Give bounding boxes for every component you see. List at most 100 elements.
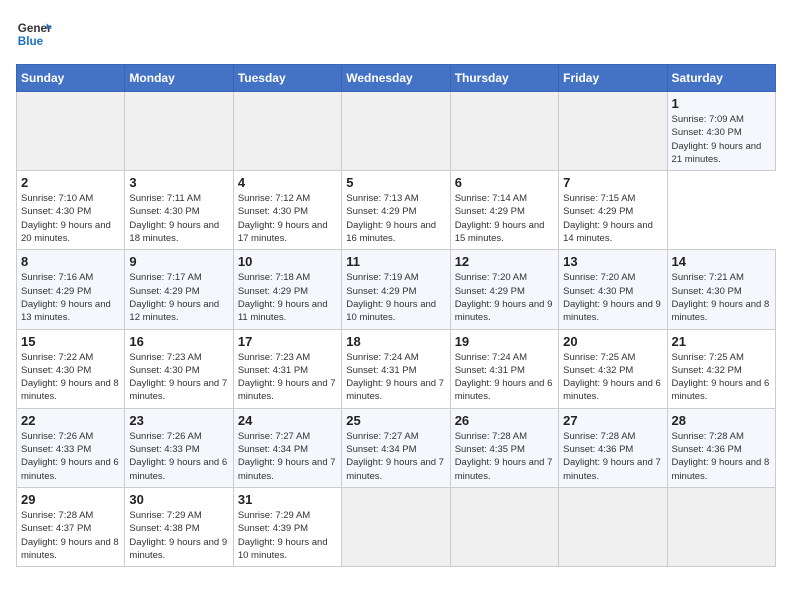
day-number: 6 xyxy=(455,175,554,190)
calendar-cell: 1Sunrise: 7:09 AMSunset: 4:30 PMDaylight… xyxy=(667,92,775,171)
calendar-cell: 18 Sunrise: 7:24 AMSunset: 4:31 PMDayligh… xyxy=(342,329,450,408)
day-number: 8 xyxy=(21,254,120,269)
calendar-cell xyxy=(17,92,125,171)
calendar-cell: 5 Sunrise: 7:13 AMSunset: 4:29 PMDaylight… xyxy=(342,171,450,250)
weekday-header-friday: Friday xyxy=(559,65,667,92)
day-info: Sunrise: 7:21 AMSunset: 4:30 PMDaylight:… xyxy=(672,271,771,324)
day-info: Sunrise: 7:10 AMSunset: 4:30 PMDaylight:… xyxy=(21,192,120,245)
weekday-header-row: SundayMondayTuesdayWednesdayThursdayFrid… xyxy=(17,65,776,92)
calendar-cell: 30 Sunrise: 7:29 AMSunset: 4:38 PMDayligh… xyxy=(125,487,233,566)
day-info: Sunrise: 7:28 AMSunset: 4:36 PMDaylight:… xyxy=(563,430,662,483)
day-info: Sunrise: 7:13 AMSunset: 4:29 PMDaylight:… xyxy=(346,192,445,245)
calendar-cell: 2 Sunrise: 7:10 AMSunset: 4:30 PMDaylight… xyxy=(17,171,125,250)
calendar-cell xyxy=(450,487,558,566)
logo: General Blue xyxy=(16,16,52,52)
calendar-cell xyxy=(125,92,233,171)
calendar-cell xyxy=(559,487,667,566)
day-number: 22 xyxy=(21,413,120,428)
day-number: 18 xyxy=(346,334,445,349)
day-number: 21 xyxy=(672,334,771,349)
day-info: Sunrise: 7:14 AMSunset: 4:29 PMDaylight:… xyxy=(455,192,554,245)
day-info: Sunrise: 7:28 AMSunset: 4:37 PMDaylight:… xyxy=(21,509,120,562)
day-number: 17 xyxy=(238,334,337,349)
calendar-week-row: 22 Sunrise: 7:26 AMSunset: 4:33 PMDayligh… xyxy=(17,408,776,487)
day-info: Sunrise: 7:24 AMSunset: 4:31 PMDaylight:… xyxy=(346,351,445,404)
calendar-cell: 21Sunrise: 7:25 AMSunset: 4:32 PMDayligh… xyxy=(667,329,775,408)
calendar-cell: 14 Sunrise: 7:21 AMSunset: 4:30 PMDayligh… xyxy=(667,250,775,329)
calendar-cell: 9Sunrise: 7:17 AMSunset: 4:29 PMDaylight… xyxy=(125,250,233,329)
calendar-week-row: 29Sunrise: 7:28 AMSunset: 4:37 PMDayligh… xyxy=(17,487,776,566)
day-number: 28 xyxy=(672,413,771,428)
calendar-cell: 16Sunrise: 7:23 AMSunset: 4:30 PMDayligh… xyxy=(125,329,233,408)
day-number: 20 xyxy=(563,334,662,349)
calendar-cell: 15 Sunrise: 7:22 AMSunset: 4:30 PMDayligh… xyxy=(17,329,125,408)
calendar-cell: 20 Sunrise: 7:25 AMSunset: 4:32 PMDayligh… xyxy=(559,329,667,408)
calendar-week-row: 1Sunrise: 7:09 AMSunset: 4:30 PMDaylight… xyxy=(17,92,776,171)
calendar-cell: 29Sunrise: 7:28 AMSunset: 4:37 PMDayligh… xyxy=(17,487,125,566)
day-info: Sunrise: 7:25 AMSunset: 4:32 PMDaylight:… xyxy=(563,351,662,404)
day-number: 27 xyxy=(563,413,662,428)
day-info: Sunrise: 7:18 AMSunset: 4:29 PMDaylight:… xyxy=(238,271,337,324)
day-number: 12 xyxy=(455,254,554,269)
calendar-cell: 11 Sunrise: 7:19 AMSunset: 4:29 PMDayligh… xyxy=(342,250,450,329)
calendar-cell: 4 Sunrise: 7:12 AMSunset: 4:30 PMDaylight… xyxy=(233,171,341,250)
day-number: 24 xyxy=(238,413,337,428)
day-info: Sunrise: 7:11 AMSunset: 4:30 PMDaylight:… xyxy=(129,192,228,245)
weekday-header-saturday: Saturday xyxy=(667,65,775,92)
calendar-cell: 27 Sunrise: 7:28 AMSunset: 4:36 PMDayligh… xyxy=(559,408,667,487)
calendar-cell: 25 Sunrise: 7:27 AMSunset: 4:34 PMDayligh… xyxy=(342,408,450,487)
weekday-header-thursday: Thursday xyxy=(450,65,558,92)
calendar-cell: 8Sunrise: 7:16 AMSunset: 4:29 PMDaylight… xyxy=(17,250,125,329)
day-number: 3 xyxy=(129,175,228,190)
calendar-week-row: 8Sunrise: 7:16 AMSunset: 4:29 PMDaylight… xyxy=(17,250,776,329)
calendar-cell: 24 Sunrise: 7:27 AMSunset: 4:34 PMDayligh… xyxy=(233,408,341,487)
day-info: Sunrise: 7:26 AMSunset: 4:33 PMDaylight:… xyxy=(129,430,228,483)
calendar-cell: 31 Sunrise: 7:29 AMSunset: 4:39 PMDayligh… xyxy=(233,487,341,566)
day-number: 2 xyxy=(21,175,120,190)
svg-text:Blue: Blue xyxy=(18,35,44,48)
day-info: Sunrise: 7:28 AMSunset: 4:36 PMDaylight:… xyxy=(672,430,771,483)
calendar-cell: 22Sunrise: 7:26 AMSunset: 4:33 PMDayligh… xyxy=(17,408,125,487)
day-info: Sunrise: 7:19 AMSunset: 4:29 PMDaylight:… xyxy=(346,271,445,324)
calendar-cell xyxy=(450,92,558,171)
weekday-header-wednesday: Wednesday xyxy=(342,65,450,92)
day-info: Sunrise: 7:29 AMSunset: 4:39 PMDaylight:… xyxy=(238,509,337,562)
day-number: 25 xyxy=(346,413,445,428)
calendar-cell: 23Sunrise: 7:26 AMSunset: 4:33 PMDayligh… xyxy=(125,408,233,487)
page-header: General Blue xyxy=(16,16,776,52)
day-number: 19 xyxy=(455,334,554,349)
calendar-cell: 28 Sunrise: 7:28 AMSunset: 4:36 PMDayligh… xyxy=(667,408,775,487)
day-info: Sunrise: 7:23 AMSunset: 4:30 PMDaylight:… xyxy=(129,351,228,404)
calendar-cell: 12 Sunrise: 7:20 AMSunset: 4:29 PMDayligh… xyxy=(450,250,558,329)
calendar-cell: 7 Sunrise: 7:15 AMSunset: 4:29 PMDaylight… xyxy=(559,171,667,250)
day-info: Sunrise: 7:12 AMSunset: 4:30 PMDaylight:… xyxy=(238,192,337,245)
day-info: Sunrise: 7:22 AMSunset: 4:30 PMDaylight:… xyxy=(21,351,120,404)
day-number: 7 xyxy=(563,175,662,190)
calendar-cell: 6 Sunrise: 7:14 AMSunset: 4:29 PMDaylight… xyxy=(450,171,558,250)
calendar-week-row: 2 Sunrise: 7:10 AMSunset: 4:30 PMDaylight… xyxy=(17,171,776,250)
day-number: 31 xyxy=(238,492,337,507)
weekday-header-sunday: Sunday xyxy=(17,65,125,92)
day-number: 5 xyxy=(346,175,445,190)
weekday-header-monday: Monday xyxy=(125,65,233,92)
day-info: Sunrise: 7:27 AMSunset: 4:34 PMDaylight:… xyxy=(238,430,337,483)
day-number: 14 xyxy=(672,254,771,269)
day-info: Sunrise: 7:17 AMSunset: 4:29 PMDaylight:… xyxy=(129,271,228,324)
day-info: Sunrise: 7:20 AMSunset: 4:30 PMDaylight:… xyxy=(563,271,662,324)
day-info: Sunrise: 7:20 AMSunset: 4:29 PMDaylight:… xyxy=(455,271,554,324)
calendar-cell: 17Sunrise: 7:23 AMSunset: 4:31 PMDayligh… xyxy=(233,329,341,408)
calendar-cell: 19Sunrise: 7:24 AMSunset: 4:31 PMDayligh… xyxy=(450,329,558,408)
day-info: Sunrise: 7:29 AMSunset: 4:38 PMDaylight:… xyxy=(129,509,228,562)
day-number: 30 xyxy=(129,492,228,507)
calendar-cell xyxy=(233,92,341,171)
day-number: 4 xyxy=(238,175,337,190)
calendar-week-row: 15 Sunrise: 7:22 AMSunset: 4:30 PMDayligh… xyxy=(17,329,776,408)
day-info: Sunrise: 7:15 AMSunset: 4:29 PMDaylight:… xyxy=(563,192,662,245)
day-number: 10 xyxy=(238,254,337,269)
logo-icon: General Blue xyxy=(16,16,52,52)
calendar-cell xyxy=(667,487,775,566)
day-info: Sunrise: 7:27 AMSunset: 4:34 PMDaylight:… xyxy=(346,430,445,483)
day-number: 15 xyxy=(21,334,120,349)
calendar-cell xyxy=(342,92,450,171)
day-number: 11 xyxy=(346,254,445,269)
